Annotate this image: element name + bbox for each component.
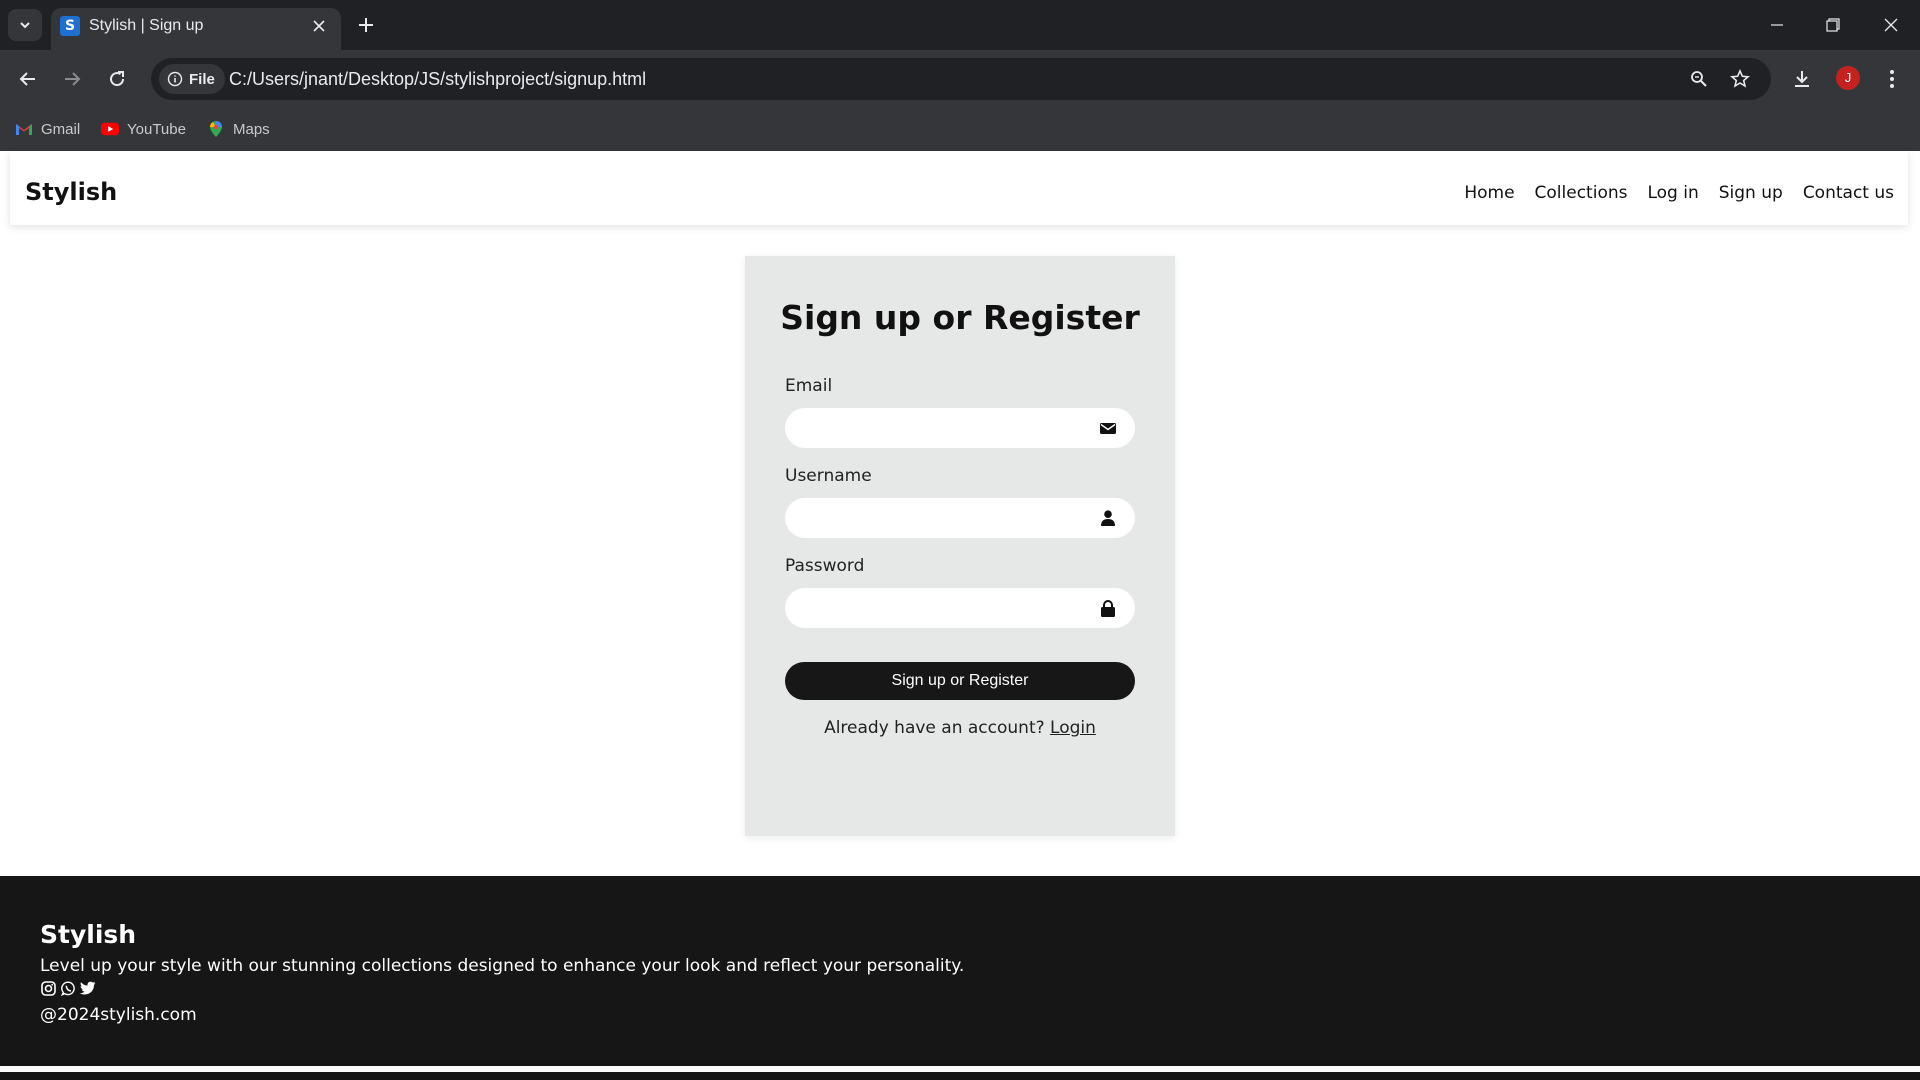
- password-field[interactable]: [785, 588, 1085, 628]
- site-favicon-icon: S: [60, 16, 80, 36]
- bookmark-youtube[interactable]: YouTube: [101, 117, 186, 141]
- bookmark-star-button[interactable]: [1728, 67, 1752, 91]
- address-bar[interactable]: File C:/Users/jnant/Desktop/JS/stylishpr…: [151, 58, 1771, 100]
- browser-tab-strip: S Stylish | Sign up: [0, 0, 1920, 50]
- nav-links: Home Collections Log in Sign up Contact …: [1464, 183, 1894, 203]
- email-field-wrapper: [785, 408, 1135, 448]
- info-icon: [167, 71, 183, 87]
- site-brand-logo[interactable]: Stylish: [25, 178, 117, 206]
- star-icon: [1730, 69, 1750, 88]
- browser-tab-active[interactable]: S Stylish | Sign up: [51, 8, 341, 50]
- window-close-button[interactable]: [1876, 10, 1906, 40]
- arrow-left-icon: [19, 72, 35, 86]
- profile-avatar[interactable]: J: [1836, 66, 1860, 90]
- page-viewport: Stylish Home Collections Log in Sign up …: [0, 151, 1920, 1080]
- login-prompt-row: Already have an account? Login: [745, 718, 1175, 738]
- more-vertical-icon: [1890, 70, 1894, 88]
- footer-copyright: @2024stylish.com: [40, 1005, 197, 1025]
- password-label: Password: [785, 556, 865, 576]
- username-field[interactable]: [785, 498, 1085, 538]
- tab-search-button[interactable]: [8, 9, 42, 41]
- login-link[interactable]: Login: [1050, 718, 1096, 738]
- envelope-icon: [1099, 419, 1117, 437]
- site-navbar: Stylish Home Collections Log in Sign up …: [10, 151, 1908, 225]
- site-info-chip[interactable]: File: [159, 64, 225, 94]
- password-field-wrapper: [785, 588, 1135, 628]
- site-chip-label: File: [189, 70, 215, 88]
- bookmark-gmail[interactable]: Gmail: [15, 117, 80, 141]
- bookmark-label: Maps: [233, 120, 270, 138]
- nav-link-collections[interactable]: Collections: [1535, 183, 1628, 203]
- url-text[interactable]: C:/Users/jnant/Desktop/JS/stylishproject…: [229, 69, 646, 90]
- email-field[interactable]: [785, 408, 1085, 448]
- minimize-icon: [1771, 24, 1783, 26]
- username-label: Username: [785, 466, 872, 486]
- social-links: [40, 980, 96, 996]
- footer-tagline: Level up your style with our stunning co…: [40, 956, 965, 976]
- close-icon: [1884, 18, 1898, 32]
- browser-toolbar: File C:/Users/jnant/Desktop/JS/stylishpr…: [0, 50, 1920, 108]
- nav-link-contact[interactable]: Contact us: [1803, 183, 1894, 203]
- gmail-icon: [15, 120, 33, 138]
- restore-button[interactable]: [1818, 10, 1848, 40]
- bookmarks-bar: Gmail YouTube Maps: [0, 108, 1920, 151]
- forward-button[interactable]: [56, 63, 88, 95]
- instagram-icon[interactable]: [40, 980, 56, 996]
- bookmark-label: Gmail: [41, 120, 81, 138]
- user-icon: [1099, 509, 1117, 527]
- downloads-button[interactable]: [1786, 63, 1818, 95]
- nav-link-login[interactable]: Log in: [1647, 183, 1698, 203]
- plus-icon: [359, 18, 373, 32]
- new-tab-button[interactable]: [353, 12, 379, 38]
- signup-submit-button[interactable]: Sign up or Register: [785, 662, 1135, 700]
- reload-icon: [110, 71, 125, 87]
- chevron-down-icon: [20, 22, 30, 29]
- whatsapp-icon[interactable]: [60, 980, 76, 996]
- browser-menu-button[interactable]: [1876, 63, 1908, 95]
- site-footer: Stylish Level up your style with our stu…: [0, 876, 1920, 1066]
- nav-link-home[interactable]: Home: [1464, 183, 1514, 203]
- email-label: Email: [785, 376, 833, 396]
- login-prompt-text: Already have an account?: [824, 718, 1045, 738]
- zoom-icon: [1691, 71, 1707, 87]
- bookmark-maps[interactable]: Maps: [207, 117, 270, 141]
- maps-icon: [207, 120, 225, 138]
- download-icon: [1795, 71, 1809, 87]
- username-field-wrapper: [785, 498, 1135, 538]
- back-button[interactable]: [12, 63, 44, 95]
- signup-card: Sign up or Register Email Username Passw…: [745, 256, 1175, 836]
- tab-title: Stylish | Sign up: [89, 17, 204, 34]
- reload-button[interactable]: [101, 63, 133, 95]
- youtube-icon: [101, 120, 119, 138]
- lock-icon: [1099, 599, 1117, 617]
- twitter-icon[interactable]: [80, 980, 96, 996]
- signup-title: Sign up or Register: [780, 298, 1140, 337]
- close-icon: [313, 20, 325, 32]
- bookmark-label: YouTube: [127, 120, 186, 138]
- footer-brand: Stylish: [40, 920, 137, 949]
- zoom-button[interactable]: [1687, 67, 1711, 91]
- tab-close-button[interactable]: [309, 16, 329, 36]
- arrow-right-icon: [65, 72, 81, 86]
- minimize-button[interactable]: [1762, 10, 1792, 40]
- nav-link-signup[interactable]: Sign up: [1719, 183, 1783, 203]
- restore-icon: [1826, 18, 1840, 32]
- page-bottom-bar: [0, 1072, 1920, 1080]
